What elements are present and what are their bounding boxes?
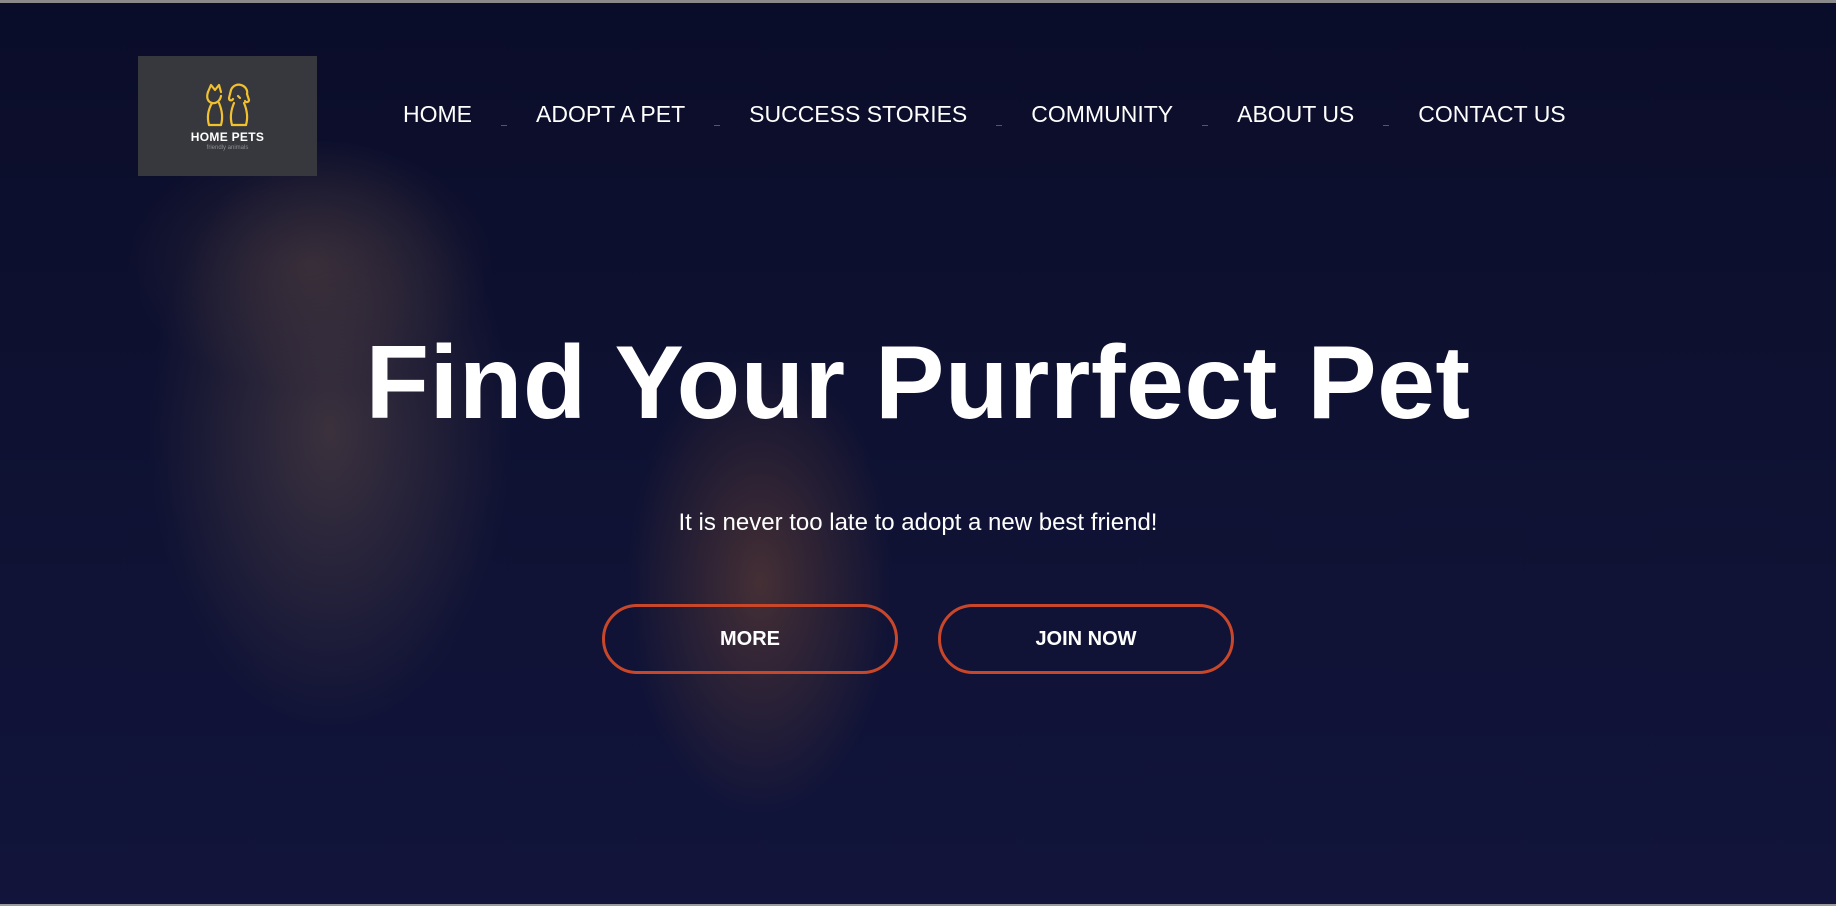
nav-home[interactable]: HOME (403, 101, 472, 128)
site-logo[interactable]: HOME PETS friendly animals (138, 56, 317, 176)
hero-subtitle: It is never too late to adopt a new best… (678, 509, 1158, 536)
more-button[interactable]: MORE (602, 604, 898, 674)
logo-tagline: friendly animals (206, 144, 249, 151)
nav-contact-us[interactable]: CONTACT US (1418, 101, 1565, 128)
nav-separator (1383, 125, 1390, 126)
main-nav: HOME ADOPT A PET SUCCESS STORIES COMMUNI… (403, 101, 1566, 128)
hero-title: Find Your Purrfect Pet (365, 325, 1471, 441)
nav-separator (1202, 125, 1209, 126)
nav-adopt-a-pet[interactable]: ADOPT A PET (536, 101, 685, 128)
nav-separator (501, 125, 507, 126)
join-now-button[interactable]: JOIN NOW (938, 604, 1234, 674)
logo-name: HOME PETS (190, 129, 265, 144)
pets-icon (202, 82, 254, 128)
nav-about-us[interactable]: ABOUT US (1237, 101, 1354, 128)
nav-success-stories[interactable]: SUCCESS STORIES (749, 101, 967, 128)
nav-separator (996, 125, 1003, 126)
page: HOME PETS friendly animals HOME ADOPT A … (0, 0, 1836, 906)
nav-community[interactable]: COMMUNITY (1031, 101, 1173, 128)
nav-separator (714, 125, 721, 126)
